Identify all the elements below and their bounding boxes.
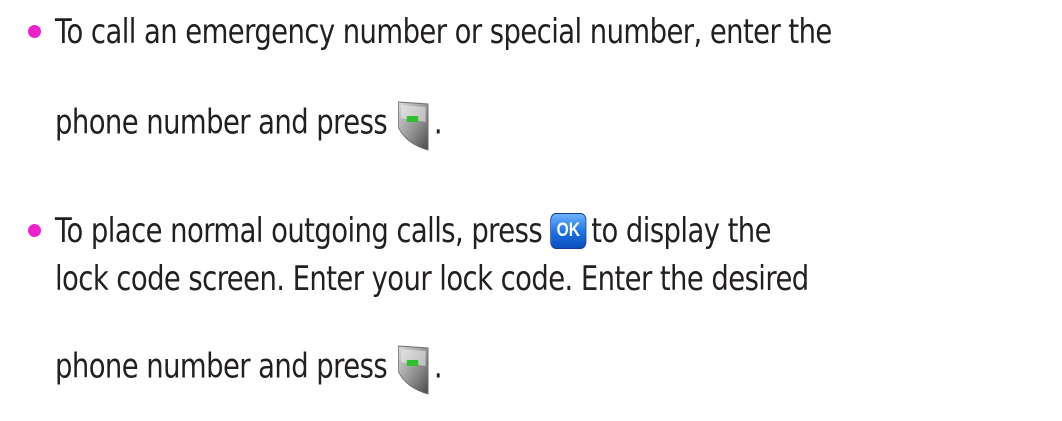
bullet-text: to display the <box>591 211 771 250</box>
bullet-line: To place normal outgoing calls, press OK t… <box>55 211 772 251</box>
talk-key-icon <box>397 100 430 152</box>
bullet-line: To call an emergency number or special n… <box>55 12 832 52</box>
bullet-line: phone number and press . <box>55 342 443 396</box>
bullet-text: . <box>433 102 443 142</box>
bullet-dot <box>28 224 41 237</box>
bullet-line: phone number and press . <box>55 98 443 152</box>
bullet-text: phone number and press <box>55 346 388 386</box>
bullet-dot <box>28 25 41 38</box>
bullet-text: lock code screen. Enter your lock code. … <box>55 259 809 298</box>
bullet-line: lock code screen. Enter your lock code. … <box>55 259 809 299</box>
bullet-text: To call an emergency number or special n… <box>55 12 832 51</box>
bullet-text: phone number and press <box>55 102 388 142</box>
bullet-text: . <box>433 346 443 386</box>
ok-key-icon: OK <box>550 212 587 249</box>
talk-key-icon <box>397 344 430 396</box>
bullet-text: To place normal outgoing calls, press <box>55 211 543 250</box>
